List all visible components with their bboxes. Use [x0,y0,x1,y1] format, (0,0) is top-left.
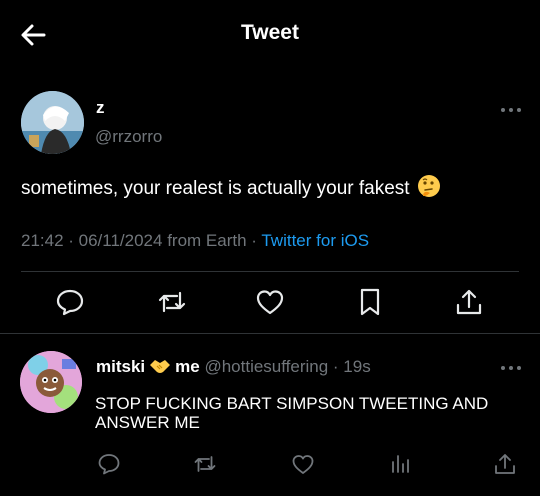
tweet-meta: 21:42 · 06/11/2024 from Earth · Twitter … [21,231,369,251]
share-icon[interactable] [454,287,484,317]
reply-retweet-icon[interactable] [193,452,217,476]
reply-more-options-icon[interactable] [500,365,522,371]
reply-author-name[interactable]: mitski [96,357,145,376]
author-avatar[interactable] [21,91,84,154]
page-title: Tweet [241,21,299,44]
bookmark-icon[interactable] [355,287,385,317]
reply-like-icon[interactable] [291,452,315,476]
reply-header: mitski me @hottiesuffering · 19s [96,357,371,377]
retweet-icon[interactable] [157,287,187,317]
tweet-client-link[interactable]: Twitter for iOS [261,231,369,250]
top-bar: Tweet [0,0,540,68]
reply-author-avatar[interactable] [20,351,82,413]
tweet-timestamp: 21:42 · 06/11/2024 from Earth · [21,231,262,250]
reply-author-handle[interactable]: @hottiesuffering [204,357,328,376]
divider [21,271,519,272]
more-options-icon[interactable] [500,107,522,113]
tweet-text: sometimes, your realest is actually your… [21,174,441,200]
like-icon[interactable] [255,287,285,317]
divider [0,333,540,334]
tweet-body: sometimes, your realest is actually your… [21,178,410,199]
thinking-face-icon [417,175,440,197]
reply-views-icon[interactable] [389,452,413,476]
reply-reply-icon[interactable] [97,452,121,476]
reply-text: STOP FUCKING BART SIMPSON TWEETING AND A… [95,394,489,432]
reply-icon[interactable] [55,287,85,317]
author-handle[interactable]: @rrzorro [95,127,162,147]
handshake-icon [150,360,171,373]
reply-author-name-suffix[interactable]: me [175,357,200,376]
author-name[interactable]: z [96,98,105,118]
reply-share-icon[interactable] [493,452,517,476]
reply-time: · 19s [328,357,371,376]
